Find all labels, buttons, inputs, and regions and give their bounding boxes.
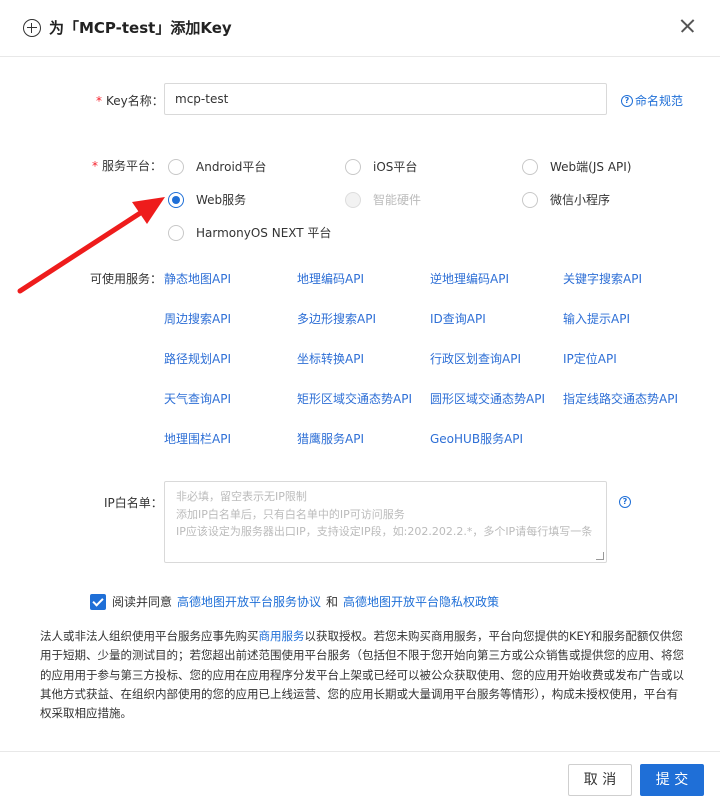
radio-ios[interactable]: iOS平台 xyxy=(345,158,417,175)
platform-label: * 服务平台： xyxy=(92,157,162,174)
radio-circle xyxy=(168,158,184,175)
api-link[interactable]: 行政区划查询API xyxy=(430,350,521,367)
api-link[interactable]: 天气查询API xyxy=(164,390,231,407)
radio-smart-hardware: 智能硬件 xyxy=(345,191,421,208)
radio-label: iOS平台 xyxy=(373,160,418,174)
dialog-title: 为「MCP-test」添加Key xyxy=(49,19,232,37)
radio-circle xyxy=(522,158,538,175)
api-link[interactable]: 静态地图API xyxy=(164,270,231,287)
api-link[interactable]: 指定线路交通态势API xyxy=(563,390,678,407)
api-link[interactable]: 多边形搜索API xyxy=(297,310,376,327)
key-name-label-text: Key名称： xyxy=(106,94,164,108)
api-link[interactable]: 路径规划API xyxy=(164,350,231,367)
api-link[interactable]: 矩形区域交通态势API xyxy=(297,390,412,407)
cancel-button[interactable]: 取 消 xyxy=(568,764,632,796)
services-label: 可使用服务： xyxy=(90,272,163,286)
radio-web-js[interactable]: Web端(JS API) xyxy=(522,158,631,175)
dialog-footer: 取 消 提 交 xyxy=(0,751,720,804)
api-link[interactable]: 周边搜索API xyxy=(164,310,231,327)
question-circle-icon[interactable]: ? xyxy=(619,496,631,508)
agreement-row: 阅读并同意 高德地图开放平台服务协议 和 高德地图开放平台隐私权政策 xyxy=(90,593,499,610)
ip-whitelist-label: IP白名单： xyxy=(104,496,163,510)
resize-handle[interactable] xyxy=(596,552,604,560)
naming-rules-label: 命名规范 xyxy=(635,94,684,108)
privacy-policy-link[interactable]: 高德地图开放平台隐私权政策 xyxy=(343,593,499,610)
radio-label: HarmonyOS NEXT 平台 xyxy=(196,226,332,240)
radio-label: Web端(JS API) xyxy=(550,160,632,174)
api-link[interactable]: 逆地理编码API xyxy=(430,270,509,287)
radio-label: 微信小程序 xyxy=(550,193,611,207)
api-link[interactable]: GeoHUB服务API xyxy=(430,430,523,447)
dialog-header: 为「MCP-test」添加Key xyxy=(0,0,720,57)
radio-circle xyxy=(345,191,361,208)
radio-label: Android平台 xyxy=(196,160,267,174)
required-mark: * xyxy=(92,159,98,173)
plus-circle-icon xyxy=(23,19,41,37)
radio-circle xyxy=(522,191,538,208)
api-link[interactable]: 地理围栏API xyxy=(164,430,231,447)
commercial-service-link[interactable]: 商用服务 xyxy=(259,629,305,643)
key-name-label: * Key名称： xyxy=(96,92,164,109)
placeholder-line: IP应该设定为服务器出口IP，支持设定IP段，如:202.202.2.*，多个I… xyxy=(176,525,593,538)
service-agreement-link[interactable]: 高德地图开放平台服务协议 xyxy=(177,593,321,610)
agreement-and: 和 xyxy=(326,595,339,609)
api-link[interactable]: 地理编码API xyxy=(297,270,364,287)
placeholder-line: 添加IP白名单后，只有白名单中的IP可访问服务 xyxy=(176,507,405,521)
api-link[interactable]: 圆形区域交通态势API xyxy=(430,390,545,407)
radio-circle xyxy=(168,224,184,241)
radio-circle xyxy=(168,191,184,208)
api-link[interactable]: 输入提示API xyxy=(563,310,630,327)
api-link[interactable]: 猎鹰服务API xyxy=(297,430,364,447)
platform-label-text: 服务平台： xyxy=(102,159,163,173)
notice-text-1: 法人或非法人组织使用平台服务应事先购买 xyxy=(40,629,259,643)
radio-wechat-mini[interactable]: 微信小程序 xyxy=(522,191,610,208)
api-link[interactable]: IP定位API xyxy=(563,350,617,367)
placeholder-line: 非必填，留空表示无IP限制 xyxy=(176,490,307,503)
radio-android[interactable]: Android平台 xyxy=(168,158,266,175)
radio-harmonyos[interactable]: HarmonyOS NEXT 平台 xyxy=(168,224,331,241)
agreement-checkbox[interactable] xyxy=(90,593,106,610)
question-circle-icon: ? xyxy=(621,94,633,107)
radio-label: 智能硬件 xyxy=(373,193,422,207)
naming-rules-link[interactable]: ? 命名规范 xyxy=(621,92,683,109)
radio-web-service[interactable]: Web服务 xyxy=(168,191,246,208)
radio-circle xyxy=(345,158,361,175)
key-name-input[interactable]: mcp-test xyxy=(164,83,607,115)
license-notice: 法人或非法人组织使用平台服务应事先购买商用服务以获取授权。若您未购买商用服务，平… xyxy=(40,627,684,723)
api-link[interactable]: 关键字搜索API xyxy=(563,270,642,287)
agreement-prefix: 阅读并同意 xyxy=(112,595,173,609)
api-link[interactable]: ID查询API xyxy=(430,310,486,327)
radio-label: Web服务 xyxy=(196,193,247,207)
required-mark: * xyxy=(96,94,102,108)
submit-button[interactable]: 提 交 xyxy=(640,764,704,796)
ip-whitelist-textarea[interactable]: 非必填，留空表示无IP限制 添加IP白名单后，只有白名单中的IP可访问服务 IP… xyxy=(164,481,607,563)
close-icon[interactable] xyxy=(676,14,700,38)
api-link[interactable]: 坐标转换API xyxy=(297,350,364,367)
